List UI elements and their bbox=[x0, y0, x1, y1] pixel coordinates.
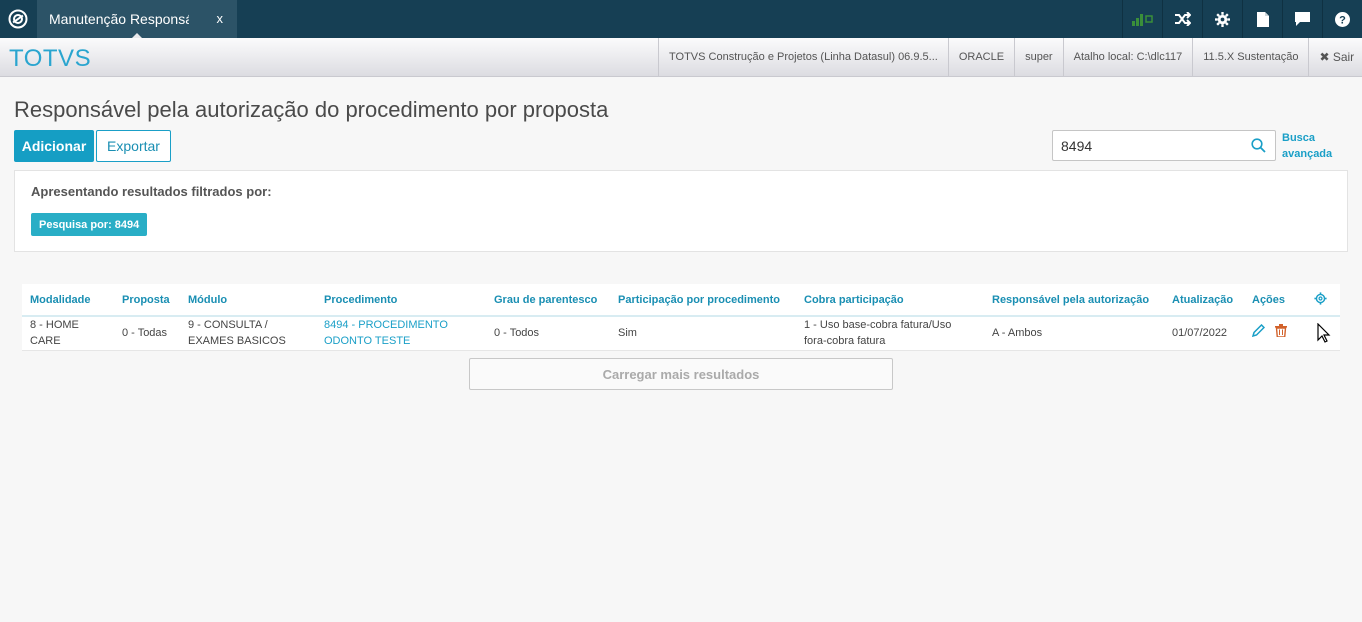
header-acoes: Ações bbox=[1244, 284, 1306, 317]
filter-panel: Apresentando resultados filtrados por: P… bbox=[14, 170, 1348, 252]
version-info: 11.5.X Sustentação bbox=[1192, 38, 1308, 76]
cell-cobra: 1 - Uso base-cobra fatura/Uso fora-cobra… bbox=[796, 316, 984, 351]
product-info: TOTVS Construção e Projetos (Linha Datas… bbox=[658, 38, 948, 76]
mouse-cursor-icon bbox=[1317, 322, 1331, 348]
gear-icon[interactable] bbox=[1202, 0, 1242, 38]
header-grau-parentesco[interactable]: Grau de parentesco bbox=[486, 284, 610, 317]
brand-bar: TOTVS TOTVS Construção e Projetos (Linha… bbox=[0, 38, 1362, 77]
tab-close-button[interactable]: x bbox=[217, 11, 224, 26]
search-box bbox=[1052, 130, 1276, 161]
help-icon[interactable]: ? bbox=[1322, 0, 1362, 38]
cell-modalidade: 8 - HOME CARE bbox=[22, 316, 114, 351]
cell-atualizacao: 01/07/2022 bbox=[1164, 316, 1244, 351]
filter-chip[interactable]: Pesquisa por: 8494 bbox=[31, 213, 148, 236]
header-responsavel[interactable]: Responsável pela autorização bbox=[984, 284, 1164, 317]
cell-modulo: 9 - CONSULTA / EXAMES BASICOS bbox=[180, 316, 316, 351]
results-table: Modalidade Proposta Módulo Procedimento … bbox=[22, 284, 1340, 351]
database-info: ORACLE bbox=[947, 38, 1014, 76]
document-icon[interactable] bbox=[1242, 0, 1282, 38]
cell-grau: 0 - Todos bbox=[486, 316, 610, 351]
cell-procedimento-link[interactable]: 8494 - PROCEDIMENTO ODONTO TESTE bbox=[316, 316, 486, 351]
filter-title: Apresentando resultados filtrados por: bbox=[31, 184, 272, 199]
search-icon[interactable] bbox=[1251, 138, 1266, 158]
header-atualizacao[interactable]: Atualização bbox=[1164, 284, 1244, 317]
add-button[interactable]: Adicionar bbox=[14, 130, 94, 162]
session-info: TOTVS Construção e Projetos (Linha Datas… bbox=[658, 38, 1362, 76]
signal-icon bbox=[1122, 0, 1162, 38]
header-participacao[interactable]: Participação por procedimento bbox=[610, 284, 796, 317]
header-cobra-participacao[interactable]: Cobra participação bbox=[796, 284, 984, 317]
export-button[interactable]: Exportar bbox=[96, 130, 171, 162]
exit-button[interactable]: ✖ Sair bbox=[1308, 38, 1362, 76]
svg-text:?: ? bbox=[1339, 14, 1346, 26]
chat-icon[interactable] bbox=[1282, 0, 1322, 38]
user-info: super bbox=[1014, 38, 1063, 76]
table-header-row: Modalidade Proposta Módulo Procedimento … bbox=[22, 284, 1340, 317]
cell-proposta: 0 - Todas bbox=[114, 316, 180, 351]
delete-trash-icon[interactable] bbox=[1275, 324, 1287, 342]
tab-label: Manutenção Responsável bbox=[49, 11, 189, 27]
cell-actions bbox=[1244, 316, 1306, 351]
table-row: 8 - HOME CARE 0 - Todas 9 - CONSULTA / E… bbox=[22, 316, 1340, 351]
header-proposta[interactable]: Proposta bbox=[114, 284, 180, 317]
shortcut-info: Atalho local: C:\dlc117 bbox=[1062, 38, 1193, 76]
shuffle-icon[interactable] bbox=[1162, 0, 1202, 38]
advanced-search-link[interactable]: Busca avançada bbox=[1282, 130, 1352, 162]
totvs-logo-icon[interactable] bbox=[0, 0, 36, 38]
header-procedimento[interactable]: Procedimento bbox=[316, 284, 486, 317]
cell-responsavel: A - Ambos bbox=[984, 316, 1164, 351]
column-settings-gear-icon[interactable] bbox=[1314, 291, 1327, 308]
top-navigation-bar: Manutenção Responsável x ? bbox=[0, 0, 1362, 39]
search-input[interactable] bbox=[1061, 137, 1241, 155]
column-settings-cell bbox=[1306, 284, 1340, 317]
cell-participacao: Sim bbox=[610, 316, 796, 351]
top-icon-group: ? bbox=[1122, 0, 1362, 38]
page-title: Responsável pela autorização do procedim… bbox=[14, 97, 609, 122]
header-modalidade[interactable]: Modalidade bbox=[22, 284, 114, 317]
load-more-button[interactable]: Carregar mais resultados bbox=[469, 358, 893, 390]
edit-pencil-icon[interactable] bbox=[1251, 324, 1266, 342]
brand-logo: TOTVS bbox=[9, 45, 92, 72]
header-modulo[interactable]: Módulo bbox=[180, 284, 316, 317]
